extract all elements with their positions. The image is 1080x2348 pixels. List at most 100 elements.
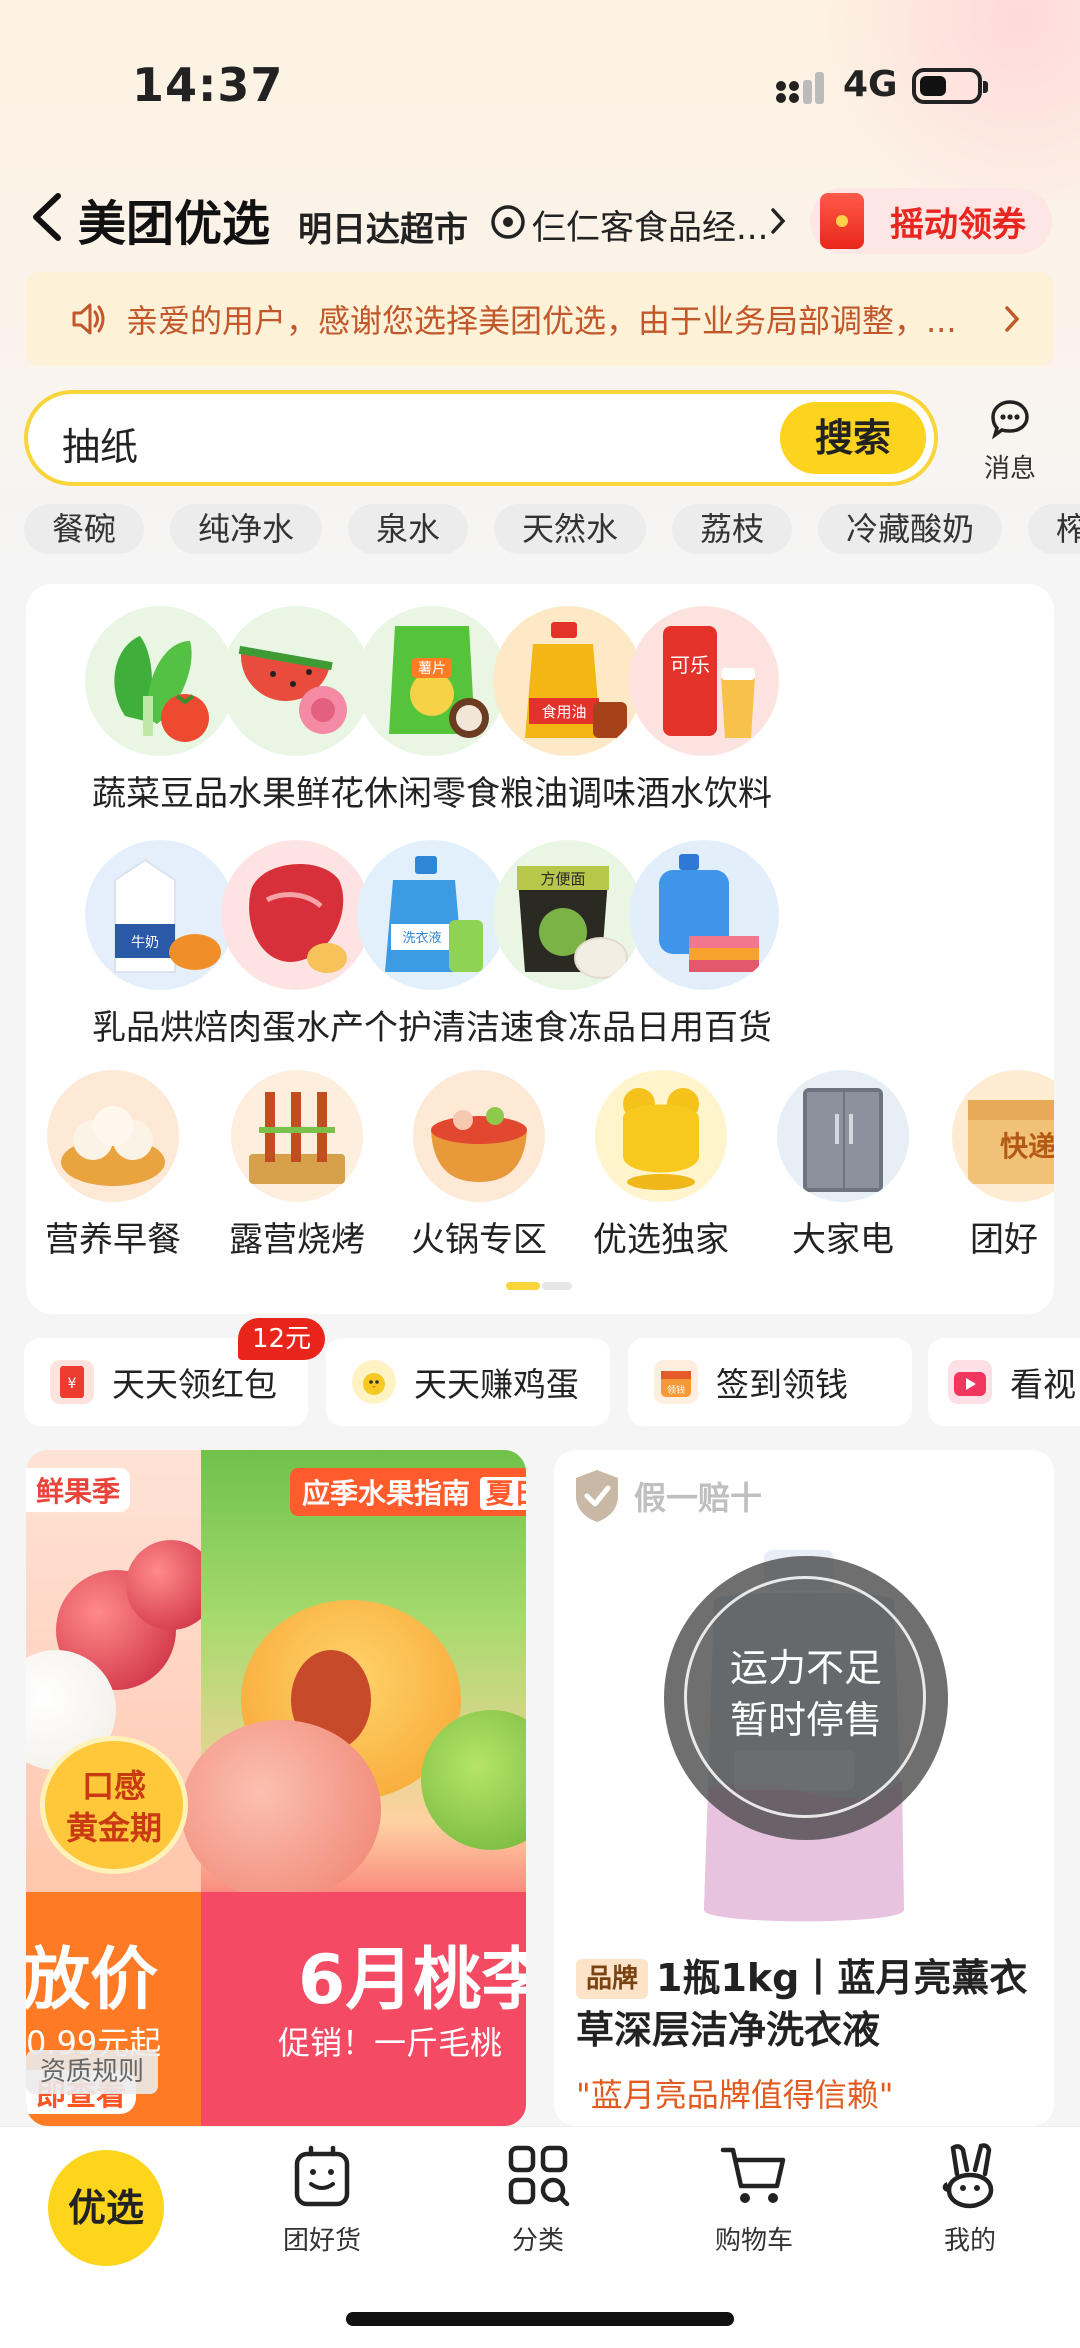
golden-period-badge: 口感 黄金期	[40, 1736, 188, 1874]
battery-icon	[912, 68, 988, 104]
svg-text:领钱: 领钱	[667, 1384, 685, 1396]
page-subtitle: 明日达超市	[298, 210, 468, 250]
category-breakfast[interactable]: 营养早餐	[38, 1070, 188, 1261]
authentic-guarantee-tag: 假一赔十	[572, 1468, 762, 1524]
bbq-icon	[231, 1070, 363, 1202]
hot-chip[interactable]: 纯净水	[170, 504, 323, 554]
steamed-bun-icon	[47, 1070, 179, 1202]
product-title: 品牌 1瓶1kg丨蓝月亮薰衣草深层洁净洗衣液	[576, 1952, 1046, 2056]
search-input[interactable]: 抽纸	[62, 416, 138, 471]
brand-tag: 品牌	[576, 1959, 649, 1999]
category-camping-bbq[interactable]: 露营烧烤	[222, 1070, 372, 1261]
rabbit-icon	[942, 2143, 994, 2209]
hotpot-icon	[413, 1070, 545, 1202]
tab-label: 购物车	[714, 2226, 793, 2256]
task-watch-video[interactable]: 看视	[928, 1338, 1080, 1426]
category-label: 大家电	[792, 1220, 894, 1260]
shake-coupon-button[interactable]: 摇动领券	[810, 188, 1052, 254]
task-label: 签到领钱	[716, 1365, 848, 1404]
tab-label: 分类	[511, 2226, 564, 2256]
promo-tag-right: 应季水果指南 夏日	[290, 1468, 526, 1516]
network-type: 4G	[843, 64, 898, 105]
svg-text:快递: 快递	[1000, 1130, 1054, 1163]
daily-goods-icon	[629, 840, 779, 990]
svg-text:方便面: 方便面	[540, 870, 585, 888]
category-drinks[interactable]: 可乐 酒水饮料	[614, 606, 794, 815]
shake-coupon-label: 摇动领券	[890, 204, 1026, 245]
category-hotpot[interactable]: 火锅专区	[404, 1070, 554, 1261]
tab-home[interactable]: 优选	[48, 2150, 164, 2266]
promo-banner[interactable]: 鲜果季 应季水果指南 夏日 口感黄金期 放价 0.99元起 即查看 6月桃李 促…	[26, 1450, 526, 2126]
peach-image	[181, 1720, 381, 1900]
task-label: 天天赚鸡蛋	[414, 1365, 579, 1404]
tab-label: 我的	[943, 2226, 996, 2256]
search-button[interactable]: 搜索	[780, 402, 926, 474]
bag-icon	[294, 2145, 350, 2207]
category-label: 日用百货	[636, 1008, 772, 1048]
notice-bar[interactable]: 亲爱的用户，感谢您选择美团优选，由于业务局部调整，...	[26, 272, 1054, 366]
tab-cart[interactable]: 购物车	[674, 2140, 834, 2257]
hot-chip[interactable]: 榨菜	[1028, 504, 1080, 554]
task-check-in[interactable]: 领钱 签到领钱	[628, 1338, 912, 1426]
location-pin-icon[interactable]	[490, 204, 526, 240]
product-card[interactable]: 假一赔十 运力不足 暂时停售 品牌 1瓶1kg丨蓝月亮薰衣草深层洁净洗衣液 "蓝月…	[554, 1450, 1054, 2126]
category-exclusive[interactable]: 优选独家	[586, 1070, 736, 1261]
qualification-rules-link[interactable]: 资质规则	[26, 2050, 159, 2094]
search-bar[interactable]: 抽纸 搜索	[24, 390, 938, 486]
guarantee-label: 假一赔十	[634, 1479, 763, 1517]
tab-label: 团好货	[282, 2226, 361, 2256]
category-grid: 蔬菜豆品 水果鲜花 薯片 休闲零食 食用油 粮油调味 可乐 酒水饮料 牛奶 乳品…	[26, 584, 1054, 1314]
calendar-icon: 领钱	[654, 1360, 698, 1404]
hot-chip[interactable]: 泉水	[348, 504, 469, 554]
task-earn-eggs[interactable]: 天天赚鸡蛋	[326, 1338, 610, 1426]
svg-text:牛奶: 牛奶	[131, 935, 159, 951]
hot-chip[interactable]: 餐碗	[24, 504, 145, 554]
message-button[interactable]: 消息	[960, 398, 1060, 488]
back-arrow-icon[interactable]	[26, 192, 70, 242]
red-packet-icon: ¥	[50, 1360, 94, 1404]
status-line-2: 暂时停售	[729, 1698, 882, 1742]
tab-category[interactable]: 分类	[458, 2140, 618, 2257]
status-line-1: 运力不足	[729, 1646, 882, 1690]
tab-group-goods[interactable]: 团好货	[242, 2140, 402, 2257]
hot-chip[interactable]: 冷藏酸奶	[818, 504, 1003, 554]
promo-right-headline: 6月桃李	[298, 1941, 526, 2020]
promo-left-headline: 放价	[26, 1941, 159, 2020]
hot-chip[interactable]: 天然水	[494, 504, 647, 554]
promo-tag-left: 鲜果季	[26, 1468, 131, 1512]
store-selector[interactable]: 仨仁客食品经...	[532, 200, 772, 249]
tab-profile[interactable]: 我的	[890, 2140, 1050, 2257]
speaker-icon	[72, 303, 105, 335]
page-title: 美团优选	[78, 196, 271, 252]
grid-icon	[508, 2145, 570, 2207]
category-label: 酒水饮料	[636, 774, 772, 814]
task-label: 看视	[1010, 1365, 1076, 1404]
category-group-deals[interactable]: 快递 团好	[952, 1070, 1054, 1261]
cola-can-icon: 可乐	[629, 606, 779, 756]
category-appliances[interactable]: 大家电	[768, 1070, 918, 1261]
home-indicator	[346, 2312, 734, 2326]
hot-chip[interactable]: 荔枝	[672, 504, 793, 554]
exclusive-icon	[595, 1070, 727, 1202]
category-daily-goods[interactable]: 日用百货	[614, 840, 794, 1049]
svg-text:洗衣液: 洗衣液	[402, 930, 441, 946]
category-label: 优选独家	[593, 1220, 729, 1260]
category-label: 团好	[970, 1220, 1038, 1260]
badge-line-2: 黄金期	[65, 1809, 162, 1847]
page-indicator	[506, 1282, 572, 1290]
category-label: 营养早餐	[45, 1220, 181, 1260]
chat-bubble-icon	[991, 400, 1029, 440]
svg-text:¥: ¥	[68, 1376, 77, 1392]
promo-tag-extra: 夏日	[479, 1477, 526, 1510]
video-icon	[948, 1360, 992, 1404]
svg-text:食用油: 食用油	[541, 703, 586, 721]
task-label: 天天领红包	[112, 1365, 277, 1404]
badge-line-1: 口感	[81, 1767, 146, 1805]
shield-check-icon	[576, 1470, 618, 1522]
product-slogan: "蓝月亮品牌值得信赖"	[576, 2076, 894, 2114]
status-time: 14:37	[132, 58, 284, 112]
cart-icon	[720, 2147, 786, 2203]
chick-icon	[352, 1360, 396, 1404]
chevron-right-icon[interactable]	[768, 206, 788, 236]
promo-right-subtext: 促销！一斤毛桃	[278, 2024, 503, 2062]
